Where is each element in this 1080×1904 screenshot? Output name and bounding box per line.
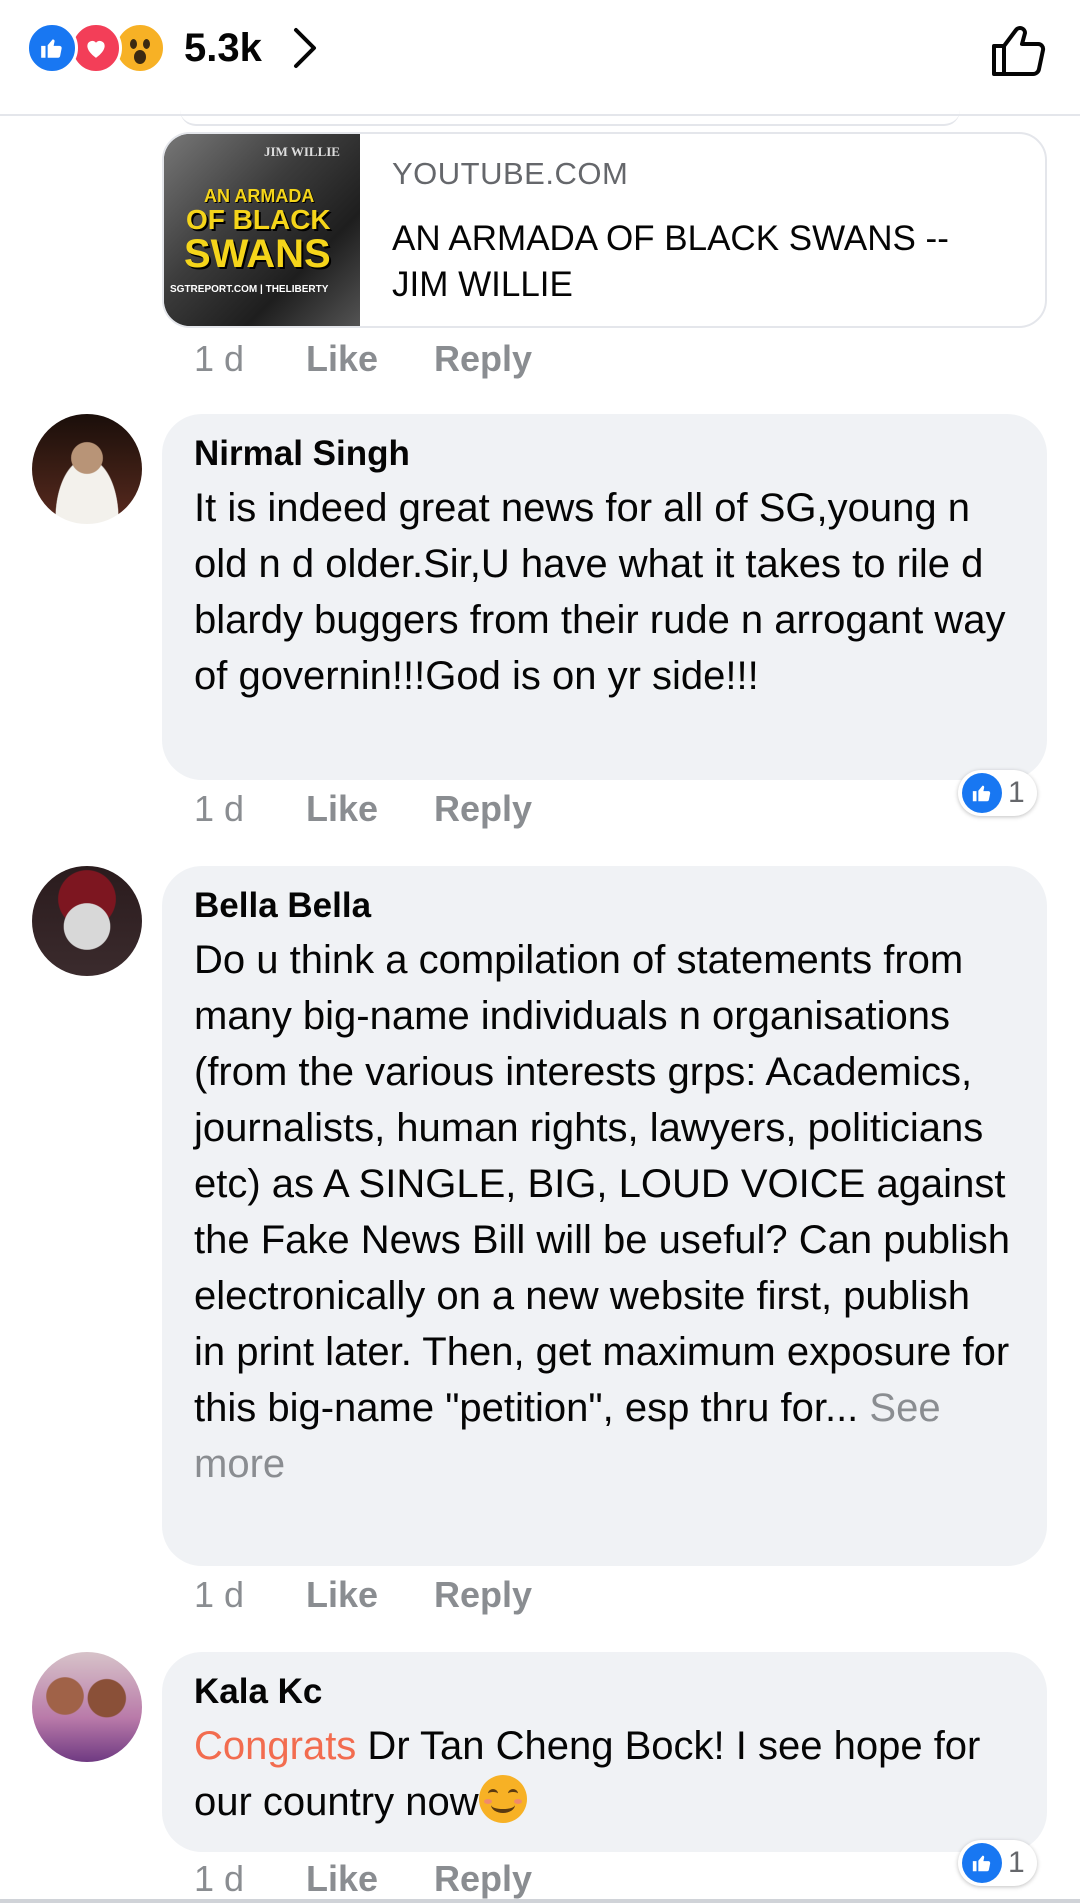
congrats-highlight: Congrats	[194, 1724, 357, 1768]
like-button[interactable]: Like	[306, 1574, 434, 1616]
like-button[interactable]: Like	[306, 338, 434, 380]
like-button[interactable]: Like	[306, 1858, 434, 1900]
like-icon	[26, 22, 78, 74]
comment-text-content: Do u think a compilation of statements f…	[194, 938, 1010, 1430]
comment-text: It is indeed great news for all of SG,yo…	[194, 486, 1006, 698]
smiling-face-icon	[478, 1775, 527, 1823]
previous-bubble-edge	[180, 110, 960, 126]
thumbnail-site: SGTREPORT.COM | THELIBERTY	[170, 284, 329, 295]
comment-time: 1 d	[194, 788, 245, 829]
comment-author[interactable]: Nirmal Singh	[194, 432, 1011, 476]
like-button[interactable]: Like	[306, 788, 434, 830]
thumbnail-title-line-3: SWANS	[184, 232, 331, 276]
comment-like-count[interactable]: 1	[958, 770, 1037, 816]
thumbnail-title-line-2: OF BLACK	[186, 204, 331, 235]
comment-time: 1 d	[194, 1574, 245, 1615]
bottom-divider	[0, 1899, 1080, 1903]
reactions-header: 5.3k	[0, 0, 1080, 116]
link-domain: YOUTUBE.COM	[392, 156, 629, 191]
reply-button[interactable]: Reply	[434, 788, 532, 830]
comment-bubble: Kala Kc Congrats Dr Tan Cheng Bock! I se…	[162, 1652, 1047, 1852]
comment-actions: 1 d Like Reply	[194, 334, 532, 384]
like-icon	[962, 1843, 1002, 1883]
like-thumb-icon[interactable]	[988, 20, 1048, 80]
reply-button[interactable]: Reply	[434, 1858, 532, 1900]
comment-like-count[interactable]: 1	[958, 1840, 1037, 1886]
comment-actions: 1 d Like Reply	[194, 1570, 532, 1620]
comment-text: Do u think a compilation of statements f…	[194, 932, 1011, 1492]
avatar[interactable]	[32, 414, 142, 524]
comment-author[interactable]: Bella Bella	[194, 884, 1011, 928]
comment-bubble: Bella Bella Do u think a compilation of …	[162, 866, 1047, 1566]
chevron-right-icon[interactable]	[290, 24, 320, 72]
comment-time: 1 d	[194, 1858, 245, 1899]
avatar[interactable]	[32, 866, 142, 976]
like-icon	[962, 773, 1002, 813]
comment-time: 1 d	[194, 338, 245, 379]
comment-author[interactable]: Kala Kc	[194, 1670, 1011, 1714]
thumbnail-name: JIM WILLIE	[264, 144, 340, 159]
comment-actions: 1 d Like Reply	[194, 784, 532, 834]
reactions-summary[interactable]: 5.3k	[26, 22, 320, 74]
like-count: 1	[1008, 1846, 1025, 1879]
link-title[interactable]: AN ARMADA OF BLACK SWANS -- JIM WILLIE	[392, 216, 1005, 308]
avatar[interactable]	[32, 1652, 142, 1762]
reaction-count: 5.3k	[184, 25, 262, 70]
reply-button[interactable]: Reply	[434, 338, 532, 380]
comment-text: Congrats Dr Tan Cheng Bock! I see hope f…	[194, 1718, 1011, 1830]
reply-button[interactable]: Reply	[434, 1574, 532, 1616]
link-preview-card[interactable]: JIM WILLIE AN ARMADA OF BLACK SWANS SGTR…	[162, 132, 1047, 328]
like-count: 1	[1008, 776, 1025, 809]
video-thumbnail: JIM WILLIE AN ARMADA OF BLACK SWANS SGTR…	[164, 134, 360, 326]
comment-bubble: Nirmal Singh It is indeed great news for…	[162, 414, 1047, 780]
comment-actions: 1 d Like Reply	[194, 1854, 532, 1904]
